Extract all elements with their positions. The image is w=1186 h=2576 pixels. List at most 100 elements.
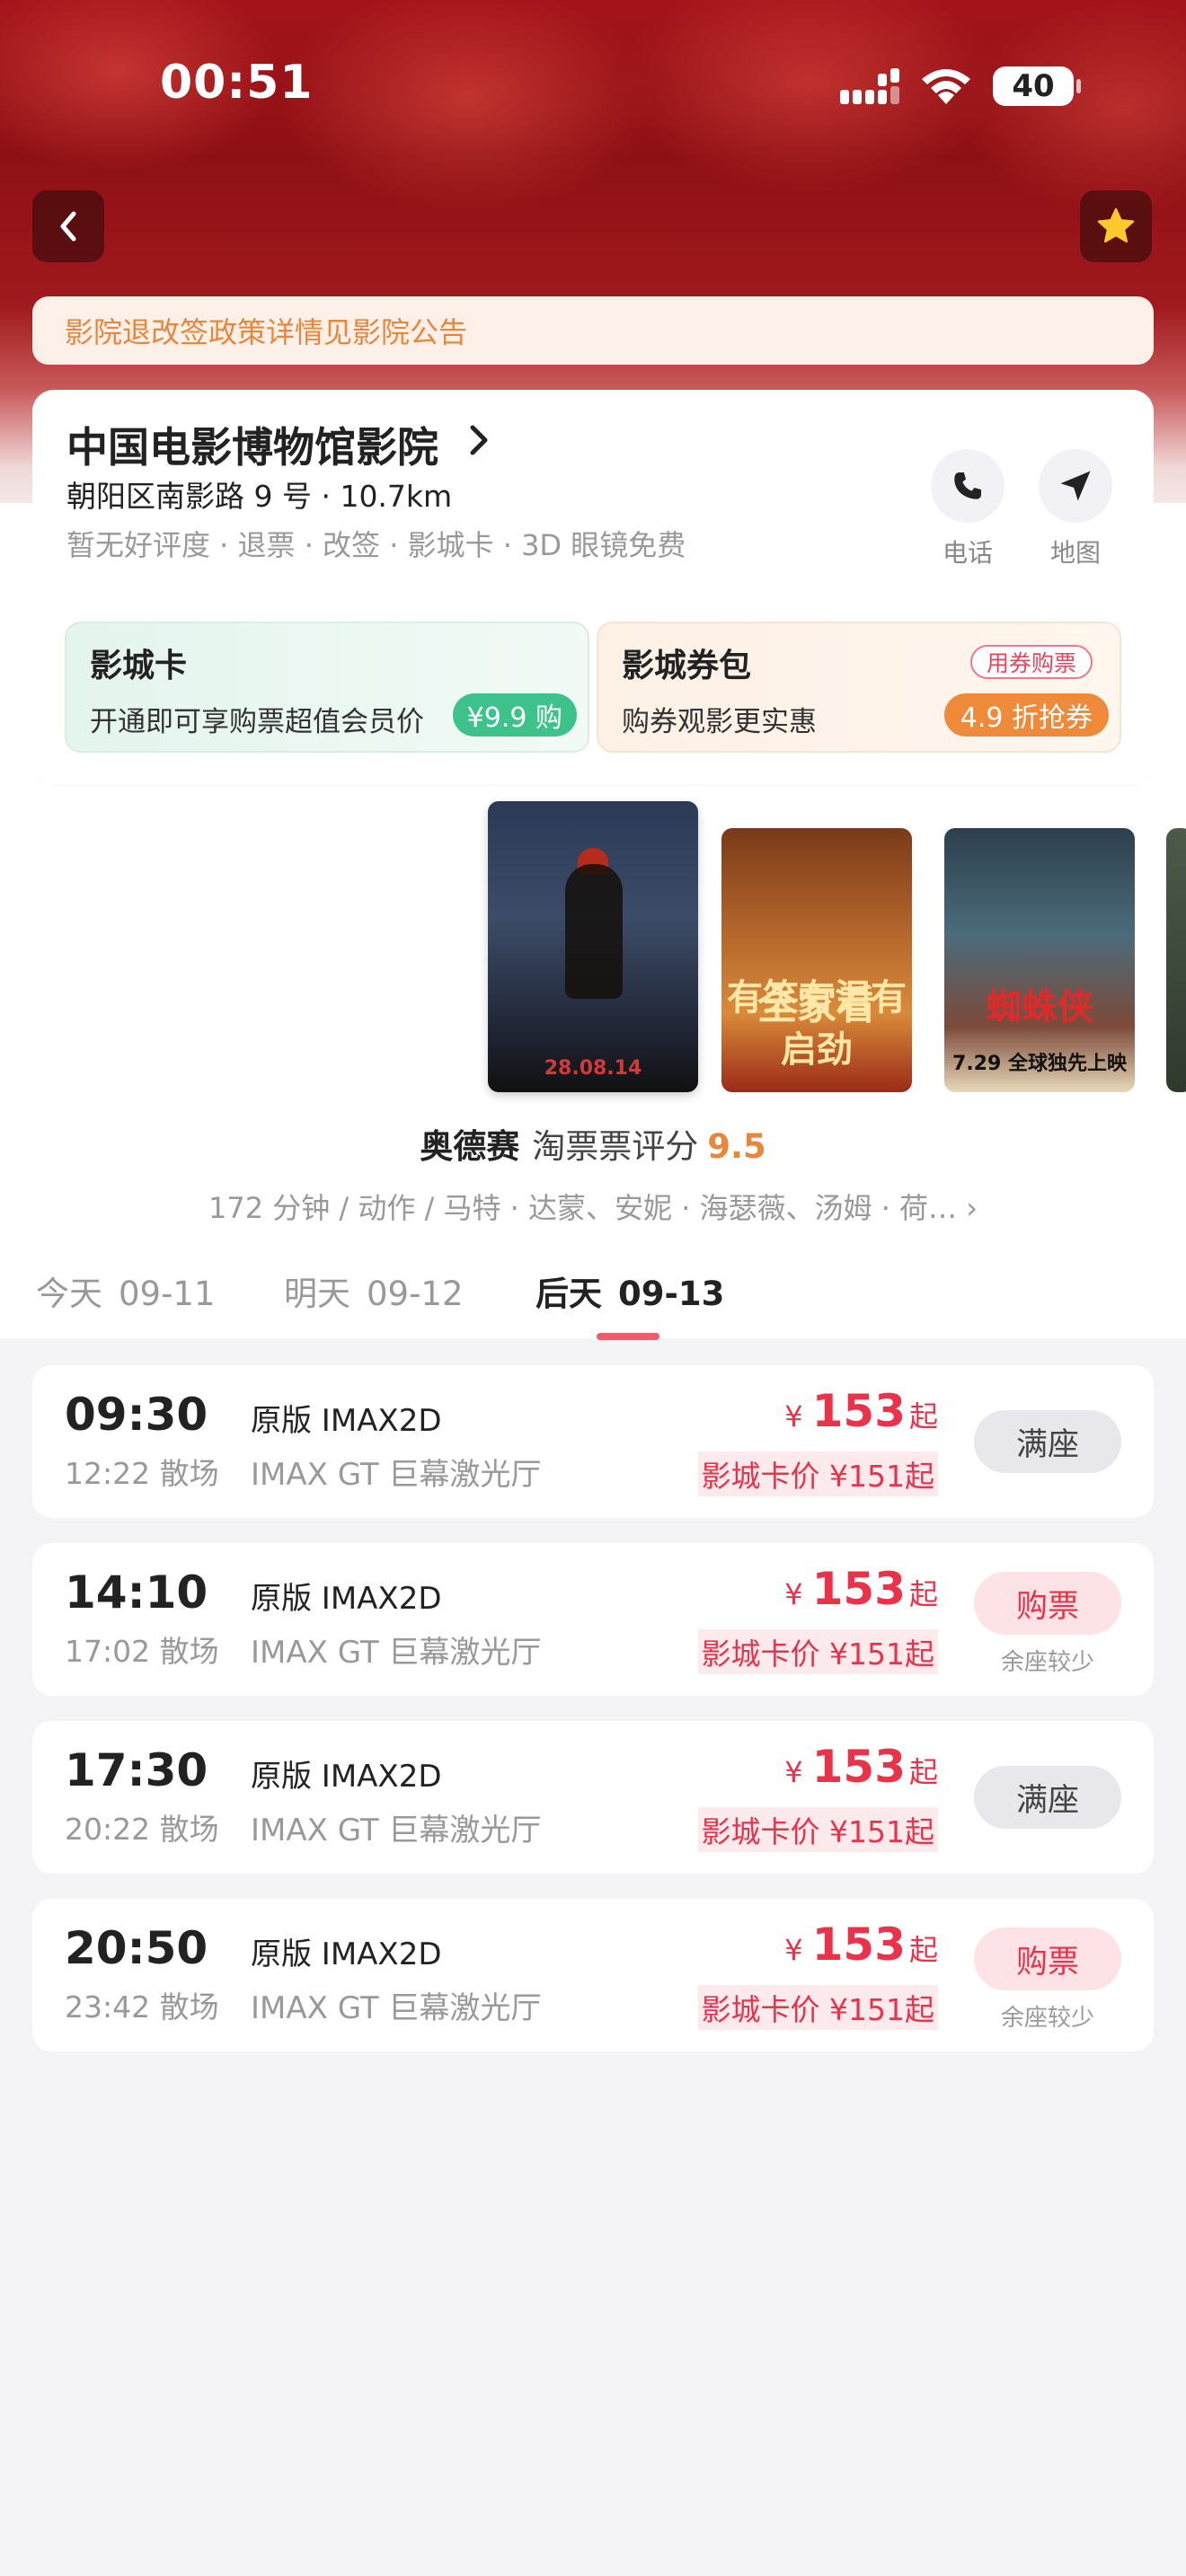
promo-coupon-tag: 用券购票 [969, 645, 1093, 679]
poster-caption: 28.08.14 [544, 1057, 642, 1080]
tab-day: 后天 [535, 1275, 602, 1313]
card-price: 影城卡价 ¥151起 [697, 1451, 938, 1496]
price-value: 153 [811, 1741, 906, 1793]
date-tabs: 今天 09-11 明天 09-12 后天 09-13 [0, 1257, 1186, 1340]
tab-date: 09-13 [618, 1275, 725, 1313]
price-from: 起 [908, 1755, 938, 1789]
price-value: 153 [811, 1563, 906, 1615]
buy-ticket-button[interactable]: 购票 [974, 1928, 1121, 1990]
map-action[interactable]: 地图 [1035, 449, 1116, 569]
end-time: 20:22 散场 [65, 1812, 219, 1847]
cellular-signal-icon [840, 68, 899, 104]
price-value: 153 [811, 1919, 906, 1971]
map-label: 地图 [1049, 538, 1101, 568]
poster-spiderman[interactable]: 蜘蛛侠 7.29 全球独先上映 [944, 828, 1135, 1092]
poster-figure-body [565, 864, 623, 999]
card-price: 影城卡价 ¥151起 [697, 1807, 938, 1852]
phone-icon [931, 449, 1005, 523]
price-from: 起 [908, 1399, 938, 1434]
tab-date: 09-11 [119, 1275, 216, 1313]
end-time: 12:22 散场 [65, 1456, 219, 1491]
favorite-button[interactable] [1080, 190, 1152, 262]
showtime-row[interactable]: 14:10 17:02 散场 原版 IMAX2D IMAX GT 巨幕激光厅 ¥… [32, 1543, 1154, 1696]
navigation-icon [1039, 449, 1112, 523]
price: ¥153 起 [784, 1919, 938, 1971]
card-price: 影城卡价 ¥151起 [697, 1985, 938, 2030]
movie-title-row: 奥德赛 淘票票评分 9.5 [0, 1119, 1186, 1168]
price-value: 153 [811, 1385, 906, 1437]
movie-poster-carousel[interactable]: 28.08.14 全家看 有笑有泪有启劲 蜘蛛侠 7.29 全球独先上映 [0, 798, 1186, 1096]
sold-out-button[interactable]: 满座 [974, 1410, 1121, 1473]
poster-subcaption: 7.29 全球独先上映 [952, 1053, 1127, 1075]
price: ¥153 起 [784, 1563, 938, 1615]
currency: ¥ [784, 1933, 803, 1967]
status-bar: 00:51 40 [0, 0, 1186, 171]
end-time: 17:02 散场 [65, 1634, 219, 1669]
rating-score: 9.5 [707, 1127, 766, 1166]
poster-family-film[interactable]: 全家看 有笑有泪有启劲 [721, 828, 912, 1092]
showtime-row[interactable]: 20:50 23:42 散场 原版 IMAX2D IMAX GT 巨幕激光厅 ¥… [32, 1899, 1154, 2051]
cinema-info-card: 中国电影博物馆影院 朝阳区南影路 9 号 · 10.7km 暂无好评度 · 退票… [32, 390, 1154, 785]
screening-version: 原版 IMAX2D [251, 1403, 442, 1439]
poster-caption: 蜘蛛侠 [986, 986, 1093, 1028]
promo-coupon-badge[interactable]: 4.9 折抢券 [943, 693, 1109, 737]
screening-version: 原版 IMAX2D [251, 1581, 442, 1617]
currency: ¥ [784, 1755, 803, 1789]
promo-card-badge[interactable]: ¥9.9 购 [452, 693, 577, 737]
sold-out-button[interactable]: 满座 [974, 1766, 1121, 1829]
tab-date: 09-12 [367, 1275, 464, 1313]
hall-name: IMAX GT 巨幕激光厅 [251, 1635, 542, 1671]
price-from: 起 [908, 1577, 938, 1611]
policy-notice-banner[interactable]: 影院退改签政策详情见影院公告 [32, 296, 1154, 365]
star-icon [1097, 207, 1135, 243]
start-time: 17:30 [65, 1744, 208, 1796]
currency: ¥ [784, 1577, 803, 1611]
coupon-pack-promo[interactable]: 影城券包 购券观影更实惠 用券购票 4.9 折抢券 [597, 622, 1121, 753]
phone-label: 电话 [942, 538, 993, 568]
cinema-name[interactable]: 中国电影博物馆影院 [66, 415, 438, 474]
card-price: 影城卡价 ¥151起 [697, 1629, 938, 1674]
tab-day: 明天 [284, 1275, 350, 1313]
showtime-row[interactable]: 17:30 20:22 散场 原版 IMAX2D IMAX GT 巨幕激光厅 ¥… [32, 1721, 1154, 1874]
tab-today[interactable]: 今天 09-11 [36, 1266, 216, 1315]
showtime-row[interactable]: 09:30 12:22 散场 原版 IMAX2D IMAX GT 巨幕激光厅 ¥… [32, 1365, 1154, 1518]
currency: ¥ [784, 1399, 803, 1434]
phone-action[interactable]: 电话 [927, 449, 1008, 569]
seats-low-note: 余座较少 [1000, 1649, 1094, 1676]
wifi-icon [922, 69, 970, 104]
promo-card-title: 影城卡 [90, 648, 188, 684]
status-time: 00:51 [160, 56, 314, 110]
rating-label: 淘票票评分 [532, 1127, 699, 1166]
poster-next[interactable] [1166, 828, 1186, 1092]
end-time: 23:42 散场 [65, 1989, 219, 2025]
start-time: 14:10 [65, 1566, 208, 1619]
screening-version: 原版 IMAX2D [251, 1936, 442, 1972]
active-tab-indicator [597, 1333, 659, 1340]
poster-odyssey[interactable]: 28.08.14 [488, 801, 698, 1092]
movie-name: 奥德赛 [420, 1127, 520, 1166]
hall-name: IMAX GT 巨幕激光厅 [251, 1457, 542, 1493]
movie-meta[interactable]: 172 分钟 / 动作 / 马特 · 达蒙、安妮 · 海瑟薇、汤姆 · 荷… › [0, 1186, 1186, 1227]
tab-day-after-tomorrow[interactable]: 后天 09-13 [535, 1266, 724, 1315]
chevron-right-icon[interactable] [464, 420, 496, 460]
tab-tomorrow[interactable]: 明天 09-12 [284, 1266, 464, 1315]
cinema-card-promo[interactable]: 影城卡 开通即可享购票超值会员价 ¥9.9 购 [65, 622, 589, 753]
price: ¥153 起 [784, 1741, 938, 1793]
hall-name: IMAX GT 巨幕激光厅 [251, 1990, 542, 2026]
poster-subcaption: 有笑有泪有启劲 [727, 977, 907, 1071]
promo-coupon-subtitle: 购券观影更实惠 [622, 706, 817, 738]
promo-card-subtitle: 开通即可享购票超值会员价 [90, 706, 424, 738]
seats-low-note: 余座较少 [1000, 2005, 1094, 2032]
back-button[interactable] [32, 190, 104, 262]
chevron-left-icon [60, 211, 76, 242]
hall-name: IMAX GT 巨幕激光厅 [251, 1813, 542, 1848]
start-time: 20:50 [65, 1922, 208, 1974]
price-from: 起 [908, 1933, 938, 1967]
promo-coupon-title: 影城券包 [622, 648, 752, 684]
battery-icon: 40 [993, 66, 1081, 106]
cinema-tags: 暂无好评度 · 退票 · 改签 · 影城卡 · 3D 眼镜免费 [66, 528, 686, 562]
cinema-address: 朝阳区南影路 9 号 · 10.7km [66, 479, 453, 514]
tab-day: 今天 [36, 1275, 102, 1313]
buy-ticket-button[interactable]: 购票 [974, 1572, 1121, 1635]
price: ¥153 起 [784, 1385, 938, 1437]
